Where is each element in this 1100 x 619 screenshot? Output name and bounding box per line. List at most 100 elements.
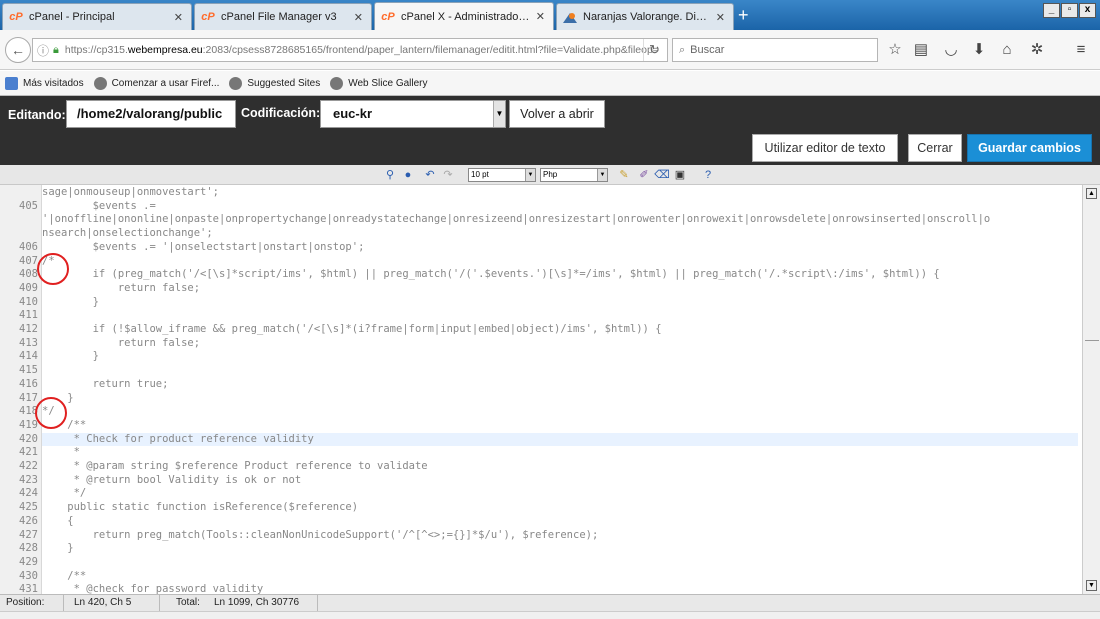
code-line[interactable]: 424 */: [0, 487, 1082, 501]
line-text: * @param string $reference Product refer…: [42, 460, 428, 472]
bookmarks-toolbar: Más visitados Comenzar a usar Firef... S…: [0, 71, 1100, 96]
highlight-icon[interactable]: ✎: [616, 168, 632, 182]
encoding-select[interactable]: euc-kr ▼: [320, 100, 506, 128]
maximize-icon[interactable]: ▫: [1061, 3, 1078, 18]
code-line[interactable]: 420 * Check for product reference validi…: [0, 432, 1082, 447]
code-line[interactable]: 416 return true;: [0, 378, 1082, 392]
editing-label: Editando:: [8, 108, 66, 122]
code-editor[interactable]: sage|onmouseup|onmovestart'; 405 $events …: [0, 185, 1082, 594]
find-icon[interactable]: ⚲: [382, 168, 398, 182]
line-text: return preg_match(Tools::cleanNonUnicode…: [42, 528, 599, 541]
code-line[interactable]: 423 * @return bool Validity is ok or not: [0, 474, 1082, 488]
new-tab-button[interactable]: +: [738, 4, 749, 26]
chevron-down-icon[interactable]: ▼: [493, 101, 505, 127]
scroll-up-icon[interactable]: ▲: [1086, 188, 1097, 199]
syntax-select[interactable]: Php ▼: [540, 168, 608, 182]
code-line[interactable]: 428 }: [0, 542, 1082, 556]
bookmark-star-icon[interactable]: ☆: [884, 39, 906, 61]
close-button[interactable]: Cerrar: [908, 134, 962, 162]
code-line[interactable]: 407/*: [0, 255, 1082, 269]
window-controls: _ ▫ x: [1043, 3, 1096, 18]
code-line[interactable]: 418 */: [0, 405, 1082, 419]
code-line[interactable]: 415: [0, 364, 1082, 378]
editor-toolbar: ⚲ ● ↶ ↷ 10 pt ▼ Php ▼ ✎ ✐ ⌫ ▣ ?: [0, 165, 1100, 185]
download-icon[interactable]: ⬇: [968, 39, 990, 61]
brush-icon[interactable]: ✐: [636, 168, 652, 182]
code-line[interactable]: 422 * @param string $reference Product r…: [0, 460, 1082, 474]
undo-icon[interactable]: ↶: [422, 168, 438, 182]
code-line[interactable]: 429: [0, 556, 1082, 570]
fullscreen-icon[interactable]: ▣: [672, 168, 688, 182]
cpanel-icon: cP: [9, 11, 23, 23]
reopen-button[interactable]: Volver a abrir: [509, 100, 605, 128]
bookmark-web-slice-gallery[interactable]: Web Slice Gallery: [330, 76, 428, 90]
scroll-thumb[interactable]: [1085, 340, 1099, 343]
search-input[interactable]: ⌕ Buscar: [672, 38, 878, 62]
close-tab-icon[interactable]: ✕: [174, 11, 183, 24]
code-line[interactable]: 431 * @check for password validity: [0, 583, 1082, 594]
line-text: public static function isReference($refe…: [42, 501, 359, 514]
tab-naranjas-valorange[interactable]: Naranjas Valorange. Directas ... ✕: [556, 3, 734, 30]
bookmark-getting-started[interactable]: Comenzar a usar Firef...: [93, 76, 219, 90]
goto-icon[interactable]: ●: [400, 168, 416, 182]
code-line[interactable]: 414 }: [0, 350, 1082, 364]
code-line[interactable]: 417 }: [0, 392, 1082, 406]
chevron-down-icon[interactable]: ▼: [525, 169, 535, 181]
code-line[interactable]: 406 $events .= '|onselectstart|onstart|o…: [0, 241, 1082, 255]
reading-list-icon[interactable]: ▤: [910, 39, 932, 61]
help-icon[interactable]: ?: [700, 168, 716, 182]
line-number: 428: [19, 542, 38, 555]
reload-icon[interactable]: ↻: [643, 39, 665, 61]
info-icon[interactable]: ⓘ: [37, 42, 49, 59]
redo-icon[interactable]: ↷: [440, 168, 456, 182]
code-line[interactable]: sage|onmouseup|onmovestart';: [0, 186, 1082, 200]
code-line[interactable]: 411: [0, 309, 1082, 323]
code-line[interactable]: '|onoffline|ononline|onpaste|onpropertyc…: [0, 213, 1082, 227]
code-line[interactable]: 412 if (!$allow_iframe && preg_match('/<…: [0, 323, 1082, 337]
tab-cpanel-file-manager[interactable]: cP cPanel File Manager v3 ✕: [194, 3, 372, 30]
save-changes-button[interactable]: Guardar cambios: [967, 134, 1092, 162]
vertical-scrollbar[interactable]: ▲ ▼: [1082, 185, 1100, 594]
code-line[interactable]: 408 if (preg_match('/<[\s]*script/ims', …: [0, 268, 1082, 282]
menu-icon[interactable]: ≡: [1070, 39, 1092, 61]
line-text: return false;: [42, 281, 201, 294]
code-line[interactable]: 426 {: [0, 515, 1082, 529]
address-bar[interactable]: ⓘ 🔒︎ https://cp315. webempresa.eu:2083/cp…: [32, 38, 668, 62]
line-number: 405: [19, 199, 38, 212]
close-tab-icon[interactable]: ✕: [354, 11, 363, 24]
extension-icon[interactable]: ✲: [1026, 39, 1048, 61]
code-line[interactable]: 410 }: [0, 296, 1082, 310]
back-arrow-icon[interactable]: ←: [5, 37, 31, 63]
close-tab-icon[interactable]: ✕: [716, 11, 725, 24]
line-text: if (!$allow_iframe && preg_match('/<[\s]…: [42, 323, 662, 335]
most-visited-icon: [5, 76, 18, 90]
window-bottom-edge: [0, 611, 1100, 619]
home-icon[interactable]: ⌂: [996, 39, 1018, 61]
bookmark-most-visited[interactable]: Más visitados: [5, 76, 84, 90]
file-path-field[interactable]: /home2/valorang/public: [66, 100, 236, 128]
chevron-down-icon[interactable]: ▼: [597, 169, 607, 181]
pocket-icon[interactable]: ◡: [940, 39, 962, 61]
tab-cpanel-x-admin[interactable]: cP cPanel X - Administrador de a... ✕: [374, 2, 554, 30]
eraser-icon[interactable]: ⌫: [654, 168, 670, 182]
scroll-down-icon[interactable]: ▼: [1086, 580, 1097, 591]
code-line[interactable]: nsearch|onselectionchange';: [0, 227, 1082, 241]
close-tab-icon[interactable]: ✕: [536, 10, 545, 23]
code-line[interactable]: 427 return preg_match(Tools::cleanNonUni…: [0, 529, 1082, 543]
tab-cpanel-principal[interactable]: cP cPanel - Principal ✕: [2, 3, 192, 30]
code-line[interactable]: 409 return false;: [0, 282, 1082, 296]
line-text: * @check for password validity: [42, 583, 264, 594]
code-line[interactable]: 430 /**: [0, 570, 1082, 584]
code-line[interactable]: 413 return false;: [0, 337, 1082, 351]
font-size-select[interactable]: 10 pt ▼: [468, 168, 536, 182]
close-window-icon[interactable]: x: [1079, 3, 1096, 18]
line-number: 422: [19, 460, 38, 472]
code-line[interactable]: 421 *: [0, 446, 1082, 460]
minimize-icon[interactable]: _: [1043, 3, 1060, 18]
code-line[interactable]: 425 public static function isReference($…: [0, 501, 1082, 515]
code-line[interactable]: 405 $events .=: [0, 200, 1082, 214]
bookmark-suggested-sites[interactable]: Suggested Sites: [229, 76, 320, 90]
use-text-editor-button[interactable]: Utilizar editor de texto: [752, 134, 898, 162]
code-line[interactable]: 419 /**: [0, 419, 1082, 433]
line-number: 418: [19, 405, 38, 418]
